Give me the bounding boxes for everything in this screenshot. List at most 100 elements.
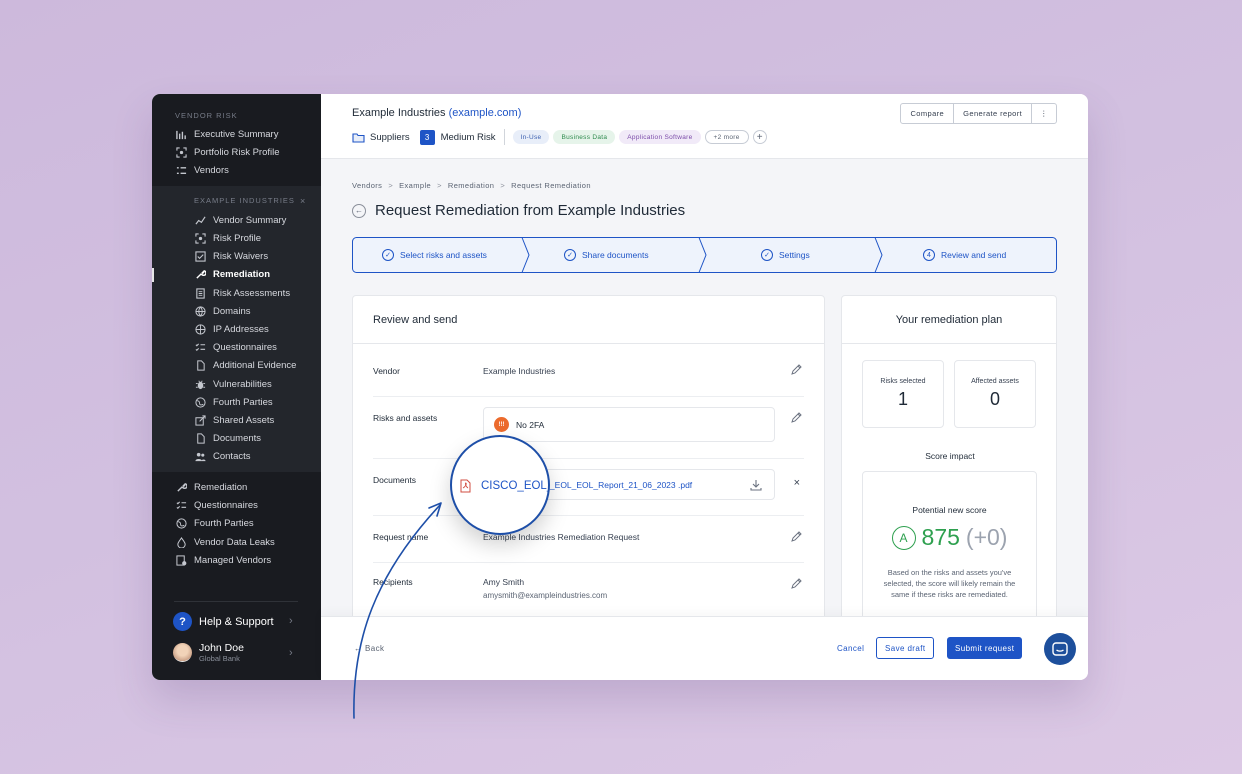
ip-icon <box>194 323 206 335</box>
tag-business-data[interactable]: Business Data <box>553 130 616 144</box>
sidebar-item-label: Documents <box>213 432 262 444</box>
vendor-row: Vendor Example Industries <box>373 344 804 397</box>
sidebar-item-contacts[interactable]: Contacts <box>194 448 251 464</box>
sidebar-item-risk-waivers[interactable]: Risk Waivers <box>194 248 268 264</box>
sidebar-item-remediation-active[interactable]: Remediation <box>194 266 270 282</box>
folder-icon <box>352 132 365 143</box>
breadcrumb-remediation[interactable]: Remediation <box>448 181 495 190</box>
vendor-title: Example Industries (example.com) <box>352 107 521 119</box>
bug-icon <box>194 378 206 390</box>
affected-assets-value: 0 <box>989 389 1000 409</box>
add-tag-button[interactable]: + <box>752 130 767 144</box>
score-impact-label: Score impact <box>925 451 975 461</box>
scan-icon <box>175 146 187 158</box>
edit-pencil-icon[interactable] <box>790 531 802 543</box>
score-description: Based on the risks and assets you've sel… <box>883 568 1016 599</box>
sidebar-item-questionnaires[interactable]: Questionnaires <box>194 339 277 355</box>
sidebar-item-questionnaires-main[interactable]: Questionnaires <box>175 497 258 513</box>
more-options-icon[interactable]: ⋮ <box>1032 104 1056 123</box>
score-delta: (+0) <box>965 524 1008 550</box>
tag-application-software[interactable]: Application Software <box>619 130 701 144</box>
risk-level-badge: 3 <box>419 129 435 145</box>
chat-button[interactable] <box>1044 633 1076 665</box>
download-icon[interactable] <box>750 479 762 491</box>
scan-icon <box>194 232 206 244</box>
magnified-filename: CISCO_EOL_ <box>481 480 550 492</box>
sidebar-item-label: Risk Profile <box>213 232 262 244</box>
close-icon[interactable]: × <box>300 196 305 206</box>
more-tags-button[interactable]: +2 more <box>704 130 749 144</box>
documents-row: Documents CISCO_EOL_EOL_Report_21_06_202… <box>373 459 804 516</box>
step-select-risks[interactable]: ✓ Select risks and assets <box>382 237 487 273</box>
pdf-icon <box>460 479 471 493</box>
sidebar-item-shared-assets[interactable]: Shared Assets <box>194 412 274 428</box>
sidebar-item-remediation[interactable]: Remediation <box>175 479 247 495</box>
step-settings[interactable]: ✓ Settings <box>761 237 810 273</box>
generate-report-button[interactable]: Generate report <box>954 104 1033 123</box>
risks-selected-stat: Risks selected 1 <box>862 360 944 428</box>
sidebar-item-ip-addresses[interactable]: IP Addresses <box>194 321 269 337</box>
back-button[interactable]: ← Back <box>354 644 384 653</box>
breadcrumb-vendors[interactable]: Vendors <box>352 181 382 190</box>
sidebar-item-label: Risk Waivers <box>213 250 269 262</box>
breadcrumb-request-remediation: Request Remediation <box>511 181 591 190</box>
save-draft-button[interactable]: Save draft <box>876 637 935 659</box>
sidebar-item-domains[interactable]: Domains <box>194 303 251 319</box>
vendor-tags: Suppliers 3 Medium Risk In-Use Business … <box>352 129 767 145</box>
sidebar-item-documents[interactable]: Documents <box>194 430 261 446</box>
edit-pencil-icon[interactable] <box>790 412 802 424</box>
wrench-icon <box>175 481 187 493</box>
sidebar-item-label: Questionnaires <box>194 499 258 511</box>
sidebar-item-label: Domains <box>213 305 251 317</box>
recipients-row: Recipients Amy Smith amysmith@exampleind… <box>373 563 804 623</box>
chevron-right-icon[interactable]: › <box>289 647 293 659</box>
sidebar-item-label: Contacts <box>213 450 251 462</box>
chevron-right-icon[interactable]: › <box>289 615 293 627</box>
sidebar-item-executive-summary[interactable]: Executive Summary <box>175 126 278 142</box>
recipient-email: amysmith@exampleindustries.com <box>483 591 608 600</box>
vendor-domain-link[interactable]: (example.com) <box>449 107 522 119</box>
check-circle-icon: ✓ <box>382 249 394 261</box>
sidebar-item-label: Fourth Parties <box>194 517 254 529</box>
step-share-documents[interactable]: ✓ Share documents <box>564 237 649 273</box>
sidebar-item-label: Remediation <box>213 268 271 280</box>
tag-in-use[interactable]: In-Use <box>512 130 550 144</box>
recipient-name: Amy Smith <box>483 577 525 587</box>
edit-pencil-icon[interactable] <box>790 364 802 376</box>
user-menu[interactable]: John Doe Global Bank <box>173 642 244 663</box>
checklist-icon <box>194 341 206 353</box>
sidebar-item-risk-assessments[interactable]: Risk Assessments <box>194 285 290 301</box>
sidebar-item-vulnerabilities[interactable]: Vulnerabilities <box>194 376 272 392</box>
sidebar-item-managed-vendors[interactable]: Managed Vendors <box>175 552 271 568</box>
sidebar-item-vendors[interactable]: Vendors <box>175 162 229 178</box>
edit-pencil-icon[interactable] <box>790 578 802 590</box>
risks-row: Risks and assets !!! No 2FA <box>373 397 804 459</box>
sidebar-item-label: Executive Summary <box>194 128 279 140</box>
remove-document-icon[interactable]: × <box>794 477 800 489</box>
cancel-button[interactable]: Cancel <box>837 644 864 653</box>
sidebar-item-vendor-summary[interactable]: Vendor Summary <box>194 212 286 228</box>
severity-icon: !!! <box>494 417 509 432</box>
compare-button[interactable]: Compare <box>901 104 955 123</box>
sidebar-item-fourth-parties-main[interactable]: Fourth Parties <box>175 515 254 531</box>
chat-icon <box>1052 642 1068 656</box>
affected-assets-stat: Affected assets 0 <box>954 360 1036 428</box>
review-card-title: Review and send <box>353 296 824 344</box>
score-line: A 875 (+0) <box>863 524 1036 551</box>
sidebar-item-portfolio-risk-profile[interactable]: Portfolio Risk Profile <box>175 144 280 160</box>
sidebar-item-fourth-parties[interactable]: Fourth Parties <box>194 394 273 410</box>
help-support-link[interactable]: ? Help & Support <box>173 612 274 631</box>
sidebar-item-additional-evidence[interactable]: Additional Evidence <box>194 357 296 373</box>
sidebar-item-label: Vendor Data Leaks <box>194 536 275 548</box>
sidebar-item-label: Questionnaires <box>213 341 277 353</box>
bar-chart-icon <box>175 128 187 140</box>
submit-request-button[interactable]: Submit request <box>947 637 1023 659</box>
plan-title: Your remediation plan <box>842 296 1056 344</box>
breadcrumb-example[interactable]: Example <box>399 181 431 190</box>
sidebar-item-risk-profile[interactable]: Risk Profile <box>194 230 261 246</box>
sidebar-section-example-industries: EXAMPLE INDUSTRIES <box>194 196 295 205</box>
portfolio-label[interactable]: Suppliers <box>370 132 410 143</box>
step-review-and-send[interactable]: 4 Review and send <box>923 237 1006 273</box>
sidebar-item-vendor-data-leaks[interactable]: Vendor Data Leaks <box>175 534 275 550</box>
back-arrow-icon[interactable]: ← <box>352 203 366 218</box>
